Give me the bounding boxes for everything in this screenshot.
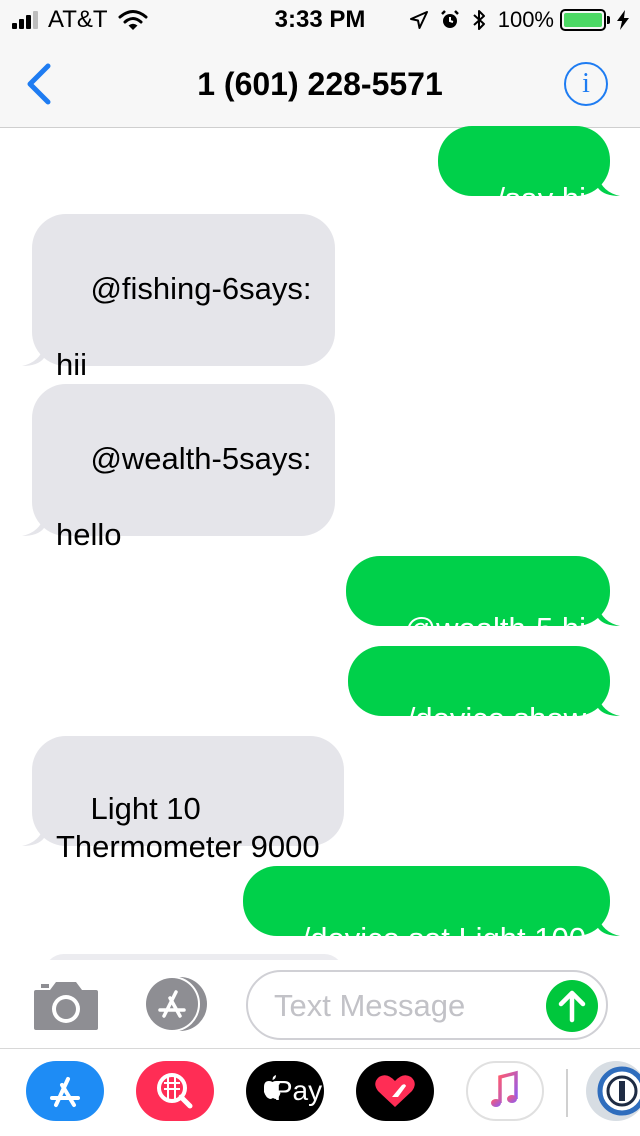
message-text: /say hi xyxy=(496,181,586,216)
app-store-app[interactable] xyxy=(26,1061,104,1121)
message-text: @wealth-5 hi xyxy=(404,611,586,646)
message-bubble-outgoing[interactable]: /device show xyxy=(348,646,620,736)
app-drawer: Pay xyxy=(0,1048,640,1136)
arrow-up-icon xyxy=(558,990,586,1023)
message-bubble-incoming[interactable]: Light 10 Thermometer 9000 xyxy=(22,736,344,864)
battery-icon xyxy=(560,9,610,31)
charging-icon xyxy=(617,10,629,30)
digital-touch-icon xyxy=(375,1075,415,1107)
message-text: @fishing-6says: hii xyxy=(56,271,312,382)
camera-icon xyxy=(34,982,98,1030)
music-icon xyxy=(491,1070,518,1107)
apple-pay-label: Pay xyxy=(273,1075,323,1106)
status-bar-right: 100% xyxy=(409,6,630,34)
music-app[interactable] xyxy=(466,1061,544,1121)
message-bubble-incoming[interactable]: @wealth-5says: hello xyxy=(22,384,336,552)
message-bubble-outgoing[interactable]: /device set Light 100 xyxy=(243,866,620,956)
message-bubble-outgoing[interactable]: /say hi xyxy=(437,126,620,216)
message-text: Light 10 Thermometer 9000 xyxy=(56,791,320,864)
battery-percent: 100% xyxy=(497,7,554,32)
1password-app[interactable] xyxy=(586,1061,640,1121)
message-text: /device show xyxy=(406,701,586,736)
message-text: @wealth-5says: hello xyxy=(56,441,312,552)
status-bar: AT&T 3:33 PM 100% xyxy=(0,0,640,40)
contact-title[interactable]: 1 (601) 228-5571 xyxy=(0,66,640,103)
send-button[interactable] xyxy=(546,980,598,1032)
search-images-icon xyxy=(157,1073,193,1109)
camera-button[interactable] xyxy=(32,978,100,1032)
message-input-field[interactable] xyxy=(246,970,608,1040)
conversation-header: 1 (601) 228-5571 i xyxy=(0,40,640,128)
drawer-divider xyxy=(566,1069,568,1117)
message-input[interactable] xyxy=(274,986,534,1026)
compose-bar xyxy=(0,960,640,1048)
apple-pay-app[interactable]: Pay xyxy=(246,1061,324,1121)
bluetooth-icon xyxy=(473,10,485,30)
info-button[interactable]: i xyxy=(564,62,608,106)
message-bubble-incoming[interactable]: @fishing-6says: hii xyxy=(22,214,336,382)
message-bubble-outgoing[interactable]: @wealth-5 hi xyxy=(346,556,620,646)
location-icon xyxy=(409,11,428,29)
alarm-icon xyxy=(440,10,459,28)
message-text: /device set Light 100 xyxy=(301,921,586,956)
digital-touch-app[interactable] xyxy=(356,1061,434,1121)
1password-icon xyxy=(597,1066,640,1116)
image-search-app[interactable] xyxy=(136,1061,214,1121)
apps-button[interactable] xyxy=(140,974,212,1034)
app-store-icon xyxy=(50,1077,80,1107)
app-store-icon xyxy=(144,976,207,1032)
